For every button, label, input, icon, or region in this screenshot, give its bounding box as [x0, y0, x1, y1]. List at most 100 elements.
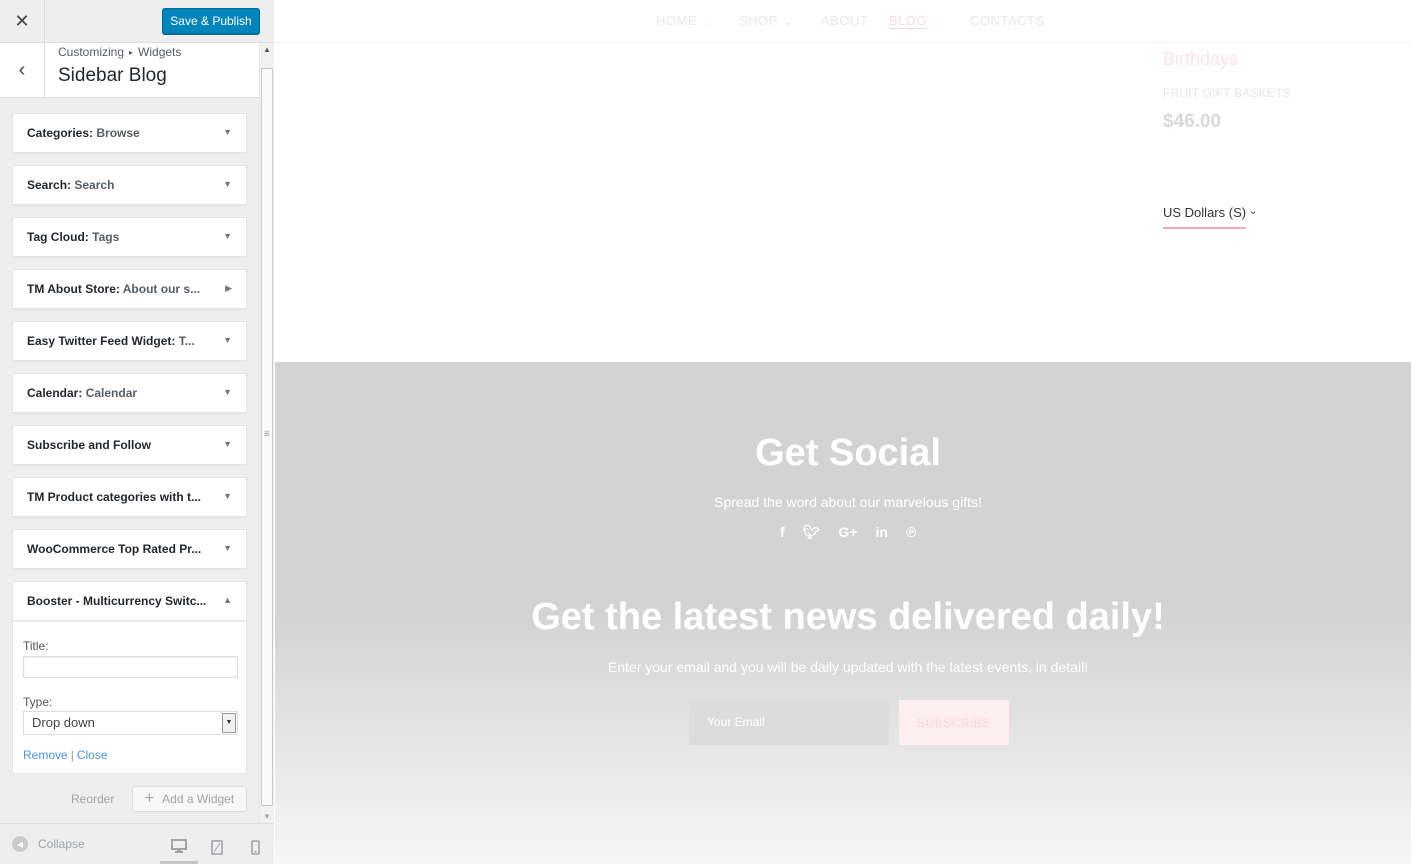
widget-subtitle: T... [178, 334, 195, 348]
nav-item-home[interactable]: HOME ⌄ [656, 13, 711, 28]
title-label: Title: [23, 639, 49, 653]
grip-icon: ≡ [264, 429, 270, 440]
remove-link[interactable]: Remove [23, 748, 68, 762]
mobile-preview-button[interactable] [236, 830, 274, 864]
tablet-preview-button[interactable] [198, 830, 236, 864]
caret-down-icon[interactable]: ▼ [223, 231, 232, 241]
nav-label: SHOP [739, 13, 778, 28]
customizer-sidebar: ✕ Save & Publish ‹ Customizing ▸ Widgets S… [0, 0, 274, 864]
widget-name: Calendar [27, 386, 79, 400]
widget-categories[interactable]: Categories: Browse ▼ [12, 113, 247, 153]
widget-easy-twitter-feed[interactable]: Easy Twitter Feed Widget: T... ▼ [12, 321, 247, 361]
widget-booster-multicurrency[interactable]: Booster - Multicurrency Switc... ▲ [12, 581, 247, 621]
widget-calendar[interactable]: Calendar: Calendar ▼ [12, 373, 247, 413]
widget-search[interactable]: Search: Search ▼ [12, 165, 247, 205]
title-input[interactable] [23, 656, 238, 678]
pinterest-icon[interactable]: ℗ [906, 524, 916, 541]
close-icon: ✕ [14, 11, 30, 31]
type-label: Type: [23, 695, 53, 709]
widget-name: Subscribe and Follow [27, 438, 152, 452]
nav-label: BLOG [889, 13, 928, 29]
collapse-button[interactable]: ◀ Collapse [12, 836, 85, 852]
collapse-label: Collapse [38, 837, 85, 851]
customizer-header: ✕ Save & Publish [0, 0, 274, 43]
widget-woocommerce-top-rated[interactable]: WooCommerce Top Rated Pr... ▼ [12, 529, 247, 569]
chevron-down-icon: ⌄ [933, 17, 942, 27]
nav-item-contacts[interactable]: CONTACTS [970, 13, 1045, 28]
nav-item-shop[interactable]: SHOP ⌄ [739, 13, 792, 28]
save-publish-button[interactable]: Save & Publish [162, 8, 260, 34]
product-category[interactable]: Birthdays [1163, 49, 1238, 70]
widget-tm-about-store[interactable]: TM About Store: About our s... ▶ [12, 269, 247, 309]
widget-actions: Remove | Close [23, 748, 108, 762]
reorder-link[interactable]: Reorder [71, 792, 114, 806]
scroll-up-arrow-icon[interactable]: ▲ [263, 45, 271, 54]
widget-subtitle: Browse [96, 126, 140, 140]
widget-name: TM Product categories with t... [27, 490, 202, 504]
nav-label: ABOUT [821, 13, 869, 28]
currency-switcher[interactable]: US Dollars (S) [1163, 205, 1247, 229]
caret-down-icon[interactable]: ▼ [223, 491, 232, 501]
select-arrow-icon[interactable]: ▼ [222, 713, 236, 733]
breadcrumb-root: Customizing [58, 45, 125, 59]
type-select[interactable]: Drop down ▼ [23, 711, 238, 735]
page-title: Sidebar Blog [58, 65, 167, 86]
chevron-down-icon: ⌄ [783, 17, 792, 27]
social-description: Spread the word about our marvelous gift… [714, 494, 982, 510]
widget-subtitle: Calendar [85, 386, 138, 400]
breadcrumb-separator-icon: ▸ [129, 48, 134, 57]
sidebar-scrollbar[interactable]: ▲ ≡ ▼ [259, 43, 274, 823]
widget-settings-form: Title: Type: Drop down ▼ Remove | Close [12, 621, 247, 774]
widget-tm-product-categories[interactable]: TM Product categories with t... ▼ [12, 477, 247, 517]
site-preview: HOME ⌄ SHOP ⌄ ABOUT BLOG ⌄ CONTACTS Birthda… [275, 0, 1411, 864]
widget-name: Booster - Multicurrency Switc... [27, 594, 207, 608]
scroll-down-arrow-icon[interactable]: ▼ [263, 812, 271, 821]
facebook-icon[interactable]: f [780, 524, 785, 541]
caret-down-icon[interactable]: ▼ [223, 179, 232, 189]
chevron-left-icon: ‹ [18, 59, 26, 81]
widget-tag-cloud[interactable]: Tag Cloud: Tags ▼ [12, 217, 247, 257]
widget-subscribe-follow[interactable]: Subscribe and Follow ▼ [12, 425, 247, 465]
social-title: Get Social [755, 432, 941, 474]
nav-item-about[interactable]: ABOUT [821, 13, 868, 28]
back-button[interactable]: ‹ [0, 43, 45, 98]
widget-name: Search [27, 178, 68, 192]
social-icons: f 🐦︎ G+ in ℗ [780, 524, 916, 541]
add-widget-button[interactable]: + Add a Widget [132, 786, 247, 812]
widget-subtitle: Search [74, 178, 115, 192]
chevron-down-icon[interactable]: ⌄ [1249, 206, 1257, 217]
nav-label: HOME [656, 13, 697, 28]
desktop-preview-button[interactable] [160, 830, 198, 864]
email-input[interactable]: Your Email [689, 700, 889, 745]
close-customizer-button[interactable]: ✕ [0, 0, 45, 43]
main-nav: HOME ⌄ SHOP ⌄ ABOUT BLOG ⌄ CONTACTS [275, 0, 1411, 43]
linkedin-icon[interactable]: in [876, 524, 888, 541]
scrollbar-thumb[interactable]: ≡ [261, 68, 273, 806]
caret-down-icon[interactable]: ▼ [223, 439, 232, 449]
caret-down-icon[interactable]: ▼ [223, 543, 232, 553]
collapse-arrow-icon: ◀ [12, 836, 28, 852]
caret-down-icon[interactable]: ▼ [223, 127, 232, 137]
widget-subtitle: About our s... [122, 282, 201, 296]
breadcrumb: Customizing ▸ Widgets [58, 45, 181, 59]
newsletter-description: Enter your email and you will be daily u… [607, 659, 1089, 675]
caret-right-icon[interactable]: ▶ [225, 283, 232, 294]
caret-down-icon[interactable]: ▼ [223, 387, 232, 397]
widget-subtitle: Tags [92, 230, 120, 244]
desktop-icon [171, 838, 187, 853]
nav-item-blog[interactable]: BLOG ⌄ [889, 13, 942, 29]
caret-up-icon[interactable]: ▲ [223, 595, 232, 605]
plus-icon: + [144, 790, 155, 807]
subscribe-button[interactable]: SUBSCRIBE [899, 700, 1009, 745]
close-link[interactable]: Close [77, 748, 108, 762]
widget-name: Tag Cloud [27, 230, 85, 244]
product-price: $46.00 [1163, 111, 1222, 132]
type-select-value: Drop down [32, 715, 95, 730]
caret-down-icon[interactable]: ▼ [223, 335, 232, 345]
product-name[interactable]: FRUIT GIFT BASKETS [1163, 86, 1291, 100]
widget-name: Categories [27, 126, 90, 140]
twitter-icon[interactable]: 🐦︎ [803, 524, 821, 541]
google-plus-icon[interactable]: G+ [838, 524, 857, 541]
widget-name: TM About Store [27, 282, 116, 296]
nav-label: CONTACTS [970, 13, 1045, 28]
